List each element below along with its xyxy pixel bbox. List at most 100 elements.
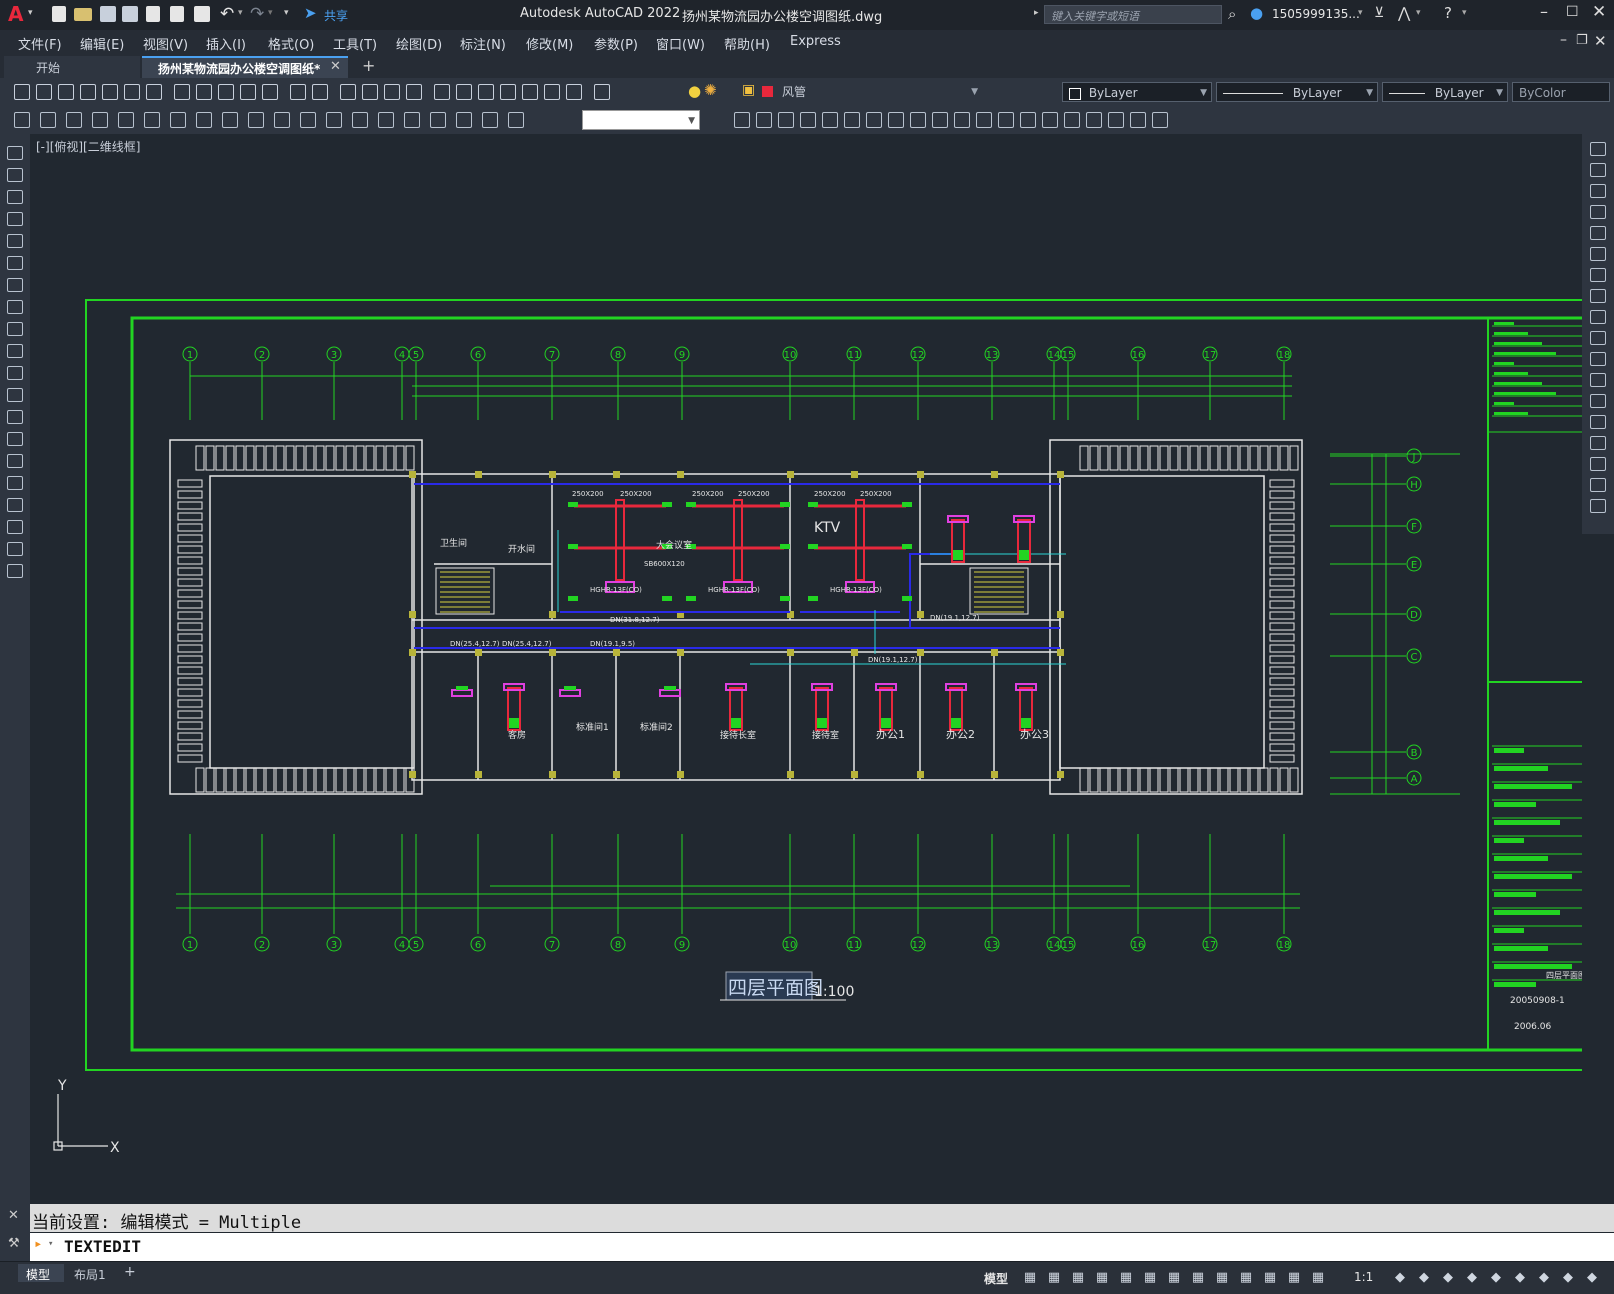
tab-layout1[interactable]: 布局1 bbox=[74, 1266, 106, 1283]
dim-ordinate-icon[interactable] bbox=[92, 112, 108, 128]
dim-textedit-icon[interactable] bbox=[482, 112, 498, 128]
auto-scale-icon[interactable]: ▦ bbox=[1310, 1270, 1326, 1286]
paste-icon[interactable] bbox=[218, 84, 234, 100]
dim-diameter-icon[interactable] bbox=[170, 112, 186, 128]
menu-edit[interactable]: 编辑(E) bbox=[80, 34, 124, 53]
menu-dimension[interactable]: 标注(N) bbox=[460, 34, 506, 53]
copy-icon[interactable] bbox=[196, 84, 212, 100]
layer-combo[interactable]: 风管 ▼ bbox=[776, 82, 982, 102]
dim-break-icon[interactable] bbox=[326, 112, 342, 128]
tb-c-icon[interactable] bbox=[778, 112, 794, 128]
open-file-icon[interactable] bbox=[74, 8, 92, 21]
share-button[interactable]: 共享 bbox=[324, 7, 348, 24]
help-tb-icon[interactable] bbox=[566, 84, 582, 100]
rectangle-tool-icon[interactable] bbox=[7, 234, 23, 248]
clean-screen-icon[interactable]: ◆ bbox=[1560, 1270, 1576, 1286]
pan-icon[interactable] bbox=[340, 84, 356, 100]
model-space-button[interactable]: 模型 bbox=[984, 1270, 1008, 1287]
infer-toggle-icon[interactable]: ▦ bbox=[1070, 1270, 1086, 1286]
break-tool-icon[interactable] bbox=[1590, 394, 1606, 408]
polar-toggle-icon[interactable]: ▦ bbox=[1118, 1270, 1134, 1286]
command-dropdown-icon[interactable]: ▾ bbox=[48, 1239, 53, 1249]
tolerance-icon[interactable] bbox=[352, 112, 368, 128]
command-close-icon[interactable]: ✕ bbox=[8, 1208, 19, 1223]
zoom-prev-icon[interactable] bbox=[406, 84, 422, 100]
tb-t-icon[interactable] bbox=[1152, 112, 1168, 128]
share-icon[interactable]: ➤ bbox=[304, 4, 317, 22]
new-tab-button[interactable]: + bbox=[362, 56, 375, 75]
tb-j-icon[interactable] bbox=[932, 112, 948, 128]
dim-style-combo[interactable]: ▼ bbox=[582, 110, 700, 130]
osnap-toggle-icon[interactable]: ▦ bbox=[1190, 1270, 1206, 1286]
menu-window[interactable]: 窗口(W) bbox=[656, 34, 705, 53]
tb-g-icon[interactable] bbox=[866, 112, 882, 128]
revcloud-tool-icon[interactable] bbox=[7, 300, 23, 314]
menu-view[interactable]: 视图(V) bbox=[143, 34, 188, 53]
tab-close-icon[interactable]: ✕ bbox=[330, 59, 341, 74]
quick-props-icon[interactable]: ◆ bbox=[1464, 1270, 1480, 1286]
drawing-canvas[interactable]: [-][俯视][二维线框] 四层平面图 20050908-1 2006.06 1… bbox=[30, 134, 1582, 1204]
offset-tool-icon[interactable] bbox=[1590, 205, 1606, 219]
menu-express[interactable]: Express bbox=[790, 34, 841, 49]
autodesk-app-dropdown-icon[interactable]: ▾ bbox=[1416, 8, 1421, 18]
tb-k-icon[interactable] bbox=[954, 112, 970, 128]
undo-tb-icon[interactable] bbox=[290, 84, 306, 100]
publish-icon[interactable] bbox=[146, 6, 160, 22]
layer-bulb-icon[interactable]: ● bbox=[688, 82, 701, 100]
tab-model[interactable]: 模型 bbox=[18, 1264, 64, 1282]
tb-h-icon[interactable] bbox=[888, 112, 904, 128]
sheet-set-icon[interactable] bbox=[500, 84, 516, 100]
plot-icon[interactable] bbox=[80, 84, 96, 100]
join-tool-icon[interactable] bbox=[1590, 415, 1606, 429]
save-icon[interactable] bbox=[100, 6, 116, 22]
xline-tool-icon[interactable] bbox=[7, 168, 23, 182]
stretch-tool-icon[interactable] bbox=[1590, 310, 1606, 324]
selection-cycling-icon[interactable]: ▦ bbox=[1262, 1270, 1278, 1286]
cut-icon[interactable] bbox=[174, 84, 190, 100]
design-center-icon[interactable] bbox=[456, 84, 472, 100]
table-tool-icon[interactable] bbox=[7, 520, 23, 534]
search-input[interactable]: 键入关键字或短语 bbox=[1044, 5, 1222, 24]
rotate-tool-icon[interactable] bbox=[1590, 268, 1606, 282]
tab-drawing-active[interactable]: 扬州某物流园办公楼空调图纸* ✕ bbox=[142, 56, 348, 78]
tab-start[interactable]: 开始 bbox=[4, 56, 140, 78]
hardware-accel-icon[interactable]: ◆ bbox=[1536, 1270, 1552, 1286]
dim-jogged-icon[interactable] bbox=[144, 112, 160, 128]
open-icon[interactable] bbox=[36, 84, 52, 100]
redo-icon[interactable]: ↷ bbox=[250, 4, 264, 24]
pline-tool-icon[interactable] bbox=[7, 190, 23, 204]
plotstyle-combo[interactable]: ByColor bbox=[1512, 82, 1610, 102]
workspace-gear-icon[interactable]: ◆ bbox=[1392, 1270, 1408, 1286]
inspect-icon[interactable] bbox=[404, 112, 420, 128]
tb-p-icon[interactable] bbox=[1064, 112, 1080, 128]
units-icon[interactable]: ◆ bbox=[1440, 1270, 1456, 1286]
tb-s-icon[interactable] bbox=[1130, 112, 1146, 128]
isolate-objects-icon[interactable]: ◆ bbox=[1512, 1270, 1528, 1286]
menu-format[interactable]: 格式(O) bbox=[268, 34, 314, 53]
tb-f-icon[interactable] bbox=[844, 112, 860, 128]
trim-tool-icon[interactable] bbox=[1590, 331, 1606, 345]
undo-icon[interactable]: ↶ bbox=[220, 4, 234, 24]
ellipse-tool-icon[interactable] bbox=[7, 344, 23, 358]
annotation-visibility-icon[interactable]: ▦ bbox=[1286, 1270, 1302, 1286]
tb-q-icon[interactable] bbox=[1086, 112, 1102, 128]
make-block-icon[interactable] bbox=[7, 410, 23, 424]
preview-icon[interactable] bbox=[102, 84, 118, 100]
search-expand-icon[interactable]: ▸ bbox=[1034, 8, 1039, 18]
dim-radius-icon[interactable] bbox=[118, 112, 134, 128]
osnap-track-icon[interactable]: ▦ bbox=[1166, 1270, 1182, 1286]
tb-l-icon[interactable] bbox=[976, 112, 992, 128]
dim-baseline-icon[interactable] bbox=[248, 112, 264, 128]
isodraft-icon[interactable]: ▦ bbox=[1142, 1270, 1158, 1286]
qnew-icon[interactable] bbox=[14, 84, 30, 100]
annotation-scale[interactable]: 1:1 bbox=[1354, 1270, 1373, 1284]
layer-sun-icon[interactable]: ✺ bbox=[704, 81, 717, 99]
minimize-icon[interactable]: – bbox=[1540, 2, 1548, 21]
menu-tools[interactable]: 工具(T) bbox=[333, 34, 377, 53]
jog-line-icon[interactable] bbox=[430, 112, 446, 128]
dim-angular-icon[interactable] bbox=[196, 112, 212, 128]
tb-a-icon[interactable] bbox=[734, 112, 750, 128]
menu-file[interactable]: 文件(F) bbox=[18, 34, 62, 53]
lock-ui-icon[interactable]: ◆ bbox=[1488, 1270, 1504, 1286]
matchprop-icon[interactable] bbox=[240, 84, 256, 100]
